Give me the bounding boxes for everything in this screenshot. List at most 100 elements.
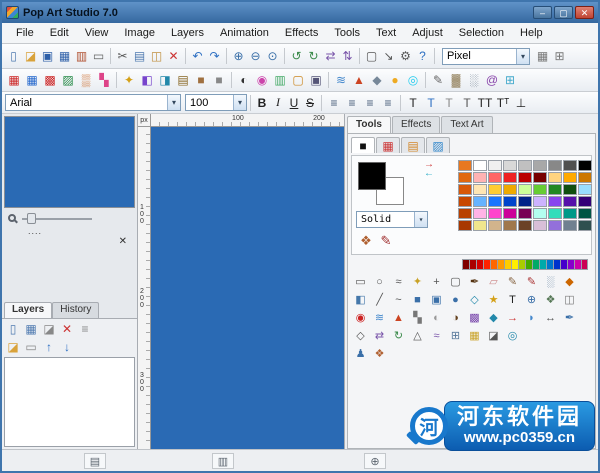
palette-color-swatch[interactable]: [533, 208, 547, 219]
perspective-icon[interactable]: △: [408, 327, 427, 344]
chevron-down-icon[interactable]: ▾: [167, 95, 180, 110]
panel-close-icon[interactable]: ✕: [119, 236, 127, 250]
popart-effect-icon[interactable]: ▦: [5, 71, 23, 89]
palette-tab-web-icon[interactable]: ▨: [426, 137, 450, 153]
strip-color-swatch[interactable]: [560, 259, 567, 270]
pencil-icon[interactable]: ✎: [503, 273, 522, 290]
unit-combo[interactable]: Pixel ▾: [442, 47, 530, 65]
flatten-icon[interactable]: ▭: [22, 338, 40, 356]
magic-wand-icon[interactable]: ✦: [408, 273, 427, 290]
palette-color-swatch[interactable]: [563, 196, 577, 207]
palette-color-swatch[interactable]: [563, 160, 577, 171]
palette-color-swatch[interactable]: [518, 160, 532, 171]
tab-text-art[interactable]: Text Art: [441, 116, 493, 133]
crop-tool-icon[interactable]: ▢: [446, 273, 465, 290]
redo-icon[interactable]: ↷: [206, 47, 223, 65]
warhol-effect-icon[interactable]: ▦: [23, 71, 41, 89]
flag-effect-icon[interactable]: ▩: [41, 71, 59, 89]
font-family-combo[interactable]: Arial ▾: [5, 94, 181, 111]
palette-color-swatch[interactable]: [458, 160, 472, 171]
preview-zoom-slider[interactable]: [22, 212, 92, 224]
menu-item-selection[interactable]: Selection: [451, 25, 512, 41]
palette-color-swatch[interactable]: [473, 160, 487, 171]
text-outline-icon[interactable]: T: [440, 94, 458, 112]
layer-mask-icon[interactable]: ◪: [40, 320, 58, 338]
menu-item-help[interactable]: Help: [512, 25, 551, 41]
frame-effect-icon[interactable]: ▢: [289, 71, 307, 89]
zoom-actual-icon[interactable]: ⊙: [264, 47, 281, 65]
burn-icon[interactable]: ◑: [446, 309, 465, 326]
halftone-effect-icon[interactable]: ▒: [77, 71, 95, 89]
palette-color-swatch[interactable]: [533, 184, 547, 195]
minimize-button[interactable]: –: [533, 6, 552, 19]
strip-color-swatch[interactable]: [490, 259, 497, 270]
rounded-rect-icon[interactable]: ▣: [427, 291, 446, 308]
sharpen-icon[interactable]: ▲: [389, 309, 408, 326]
align-left-icon[interactable]: ≡: [325, 94, 343, 112]
palette-color-swatch[interactable]: [548, 208, 562, 219]
strip-color-swatch[interactable]: [469, 259, 476, 270]
lasso-icon[interactable]: ≈: [389, 273, 408, 290]
mesh-icon[interactable]: ⊞: [446, 327, 465, 344]
swirl-effect-icon[interactable]: @: [483, 71, 501, 89]
font-size-combo[interactable]: 100 ▾: [185, 94, 247, 111]
palette-color-swatch[interactable]: [488, 172, 502, 183]
palette-color-swatch[interactable]: [473, 208, 487, 219]
export-icon[interactable]: ▥: [73, 47, 90, 65]
chevron-down-icon[interactable]: ▾: [516, 48, 529, 64]
brushes-icon[interactable]: ✎: [376, 232, 396, 250]
clone-stamp-icon[interactable]: ◫: [560, 291, 579, 308]
save-icon[interactable]: ▣: [39, 47, 56, 65]
neon-effect-icon[interactable]: ◎: [404, 71, 422, 89]
palette-color-swatch[interactable]: [548, 172, 562, 183]
palette-color-swatch[interactable]: [518, 208, 532, 219]
palette-color-swatch[interactable]: [458, 208, 472, 219]
star-icon[interactable]: ★: [484, 291, 503, 308]
palette-color-swatch[interactable]: [473, 220, 487, 231]
polygon-icon[interactable]: ◇: [465, 291, 484, 308]
paste-icon[interactable]: ◫: [148, 47, 165, 65]
pattern-icon[interactable]: ▩: [465, 309, 484, 326]
zoom-tool-icon[interactable]: ⊕: [522, 291, 541, 308]
text-shadow-icon[interactable]: T: [458, 94, 476, 112]
menu-item-animation[interactable]: Animation: [212, 25, 277, 41]
delete-icon[interactable]: ✕: [165, 47, 182, 65]
palette-color-swatch[interactable]: [578, 160, 592, 171]
strip-color-swatch[interactable]: [581, 259, 588, 270]
strip-color-swatch[interactable]: [518, 259, 525, 270]
zoom-out-icon[interactable]: ⊖: [247, 47, 264, 65]
strip-color-swatch[interactable]: [511, 259, 518, 270]
airbrush-icon[interactable]: ░: [541, 273, 560, 290]
palette-color-swatch[interactable]: [473, 172, 487, 183]
strip-color-swatch[interactable]: [462, 259, 469, 270]
underline-button[interactable]: U: [286, 94, 302, 111]
text-color-icon[interactable]: T: [422, 94, 440, 112]
align-justify-icon[interactable]: ≡: [379, 94, 397, 112]
strip-color-swatch[interactable]: [476, 259, 483, 270]
menu-item-image[interactable]: Image: [116, 25, 163, 41]
gradient-effect-icon[interactable]: ◨: [156, 71, 174, 89]
palette-color-swatch[interactable]: [488, 208, 502, 219]
menu-item-edit[interactable]: Edit: [42, 25, 77, 41]
warp-icon[interactable]: ≈: [427, 327, 446, 344]
delete-layer-icon[interactable]: ✕: [58, 320, 76, 338]
palette-tab-swatch-icon[interactable]: ▦: [376, 137, 400, 153]
stars-effect-icon[interactable]: ✦: [120, 71, 138, 89]
fill-icon[interactable]: ◆: [560, 273, 579, 290]
palette-color-swatch[interactable]: [578, 172, 592, 183]
emboss-effect-icon[interactable]: ◆: [368, 71, 386, 89]
palette-color-swatch[interactable]: [488, 160, 502, 171]
palette-color-swatch[interactable]: [473, 196, 487, 207]
shadow-effect-icon[interactable]: ▣: [307, 71, 325, 89]
palette-color-swatch[interactable]: [518, 184, 532, 195]
palette-color-swatch[interactable]: [503, 220, 517, 231]
palette-color-swatch[interactable]: [548, 160, 562, 171]
palette-color-swatch[interactable]: [503, 160, 517, 171]
italic-button[interactable]: I: [270, 94, 286, 111]
palette-color-swatch[interactable]: [533, 196, 547, 207]
measure-icon[interactable]: ↔: [541, 309, 560, 326]
frame-icon[interactable]: ▦: [465, 327, 484, 344]
palette-color-swatch[interactable]: [488, 196, 502, 207]
rectangle-icon[interactable]: ■: [408, 291, 427, 308]
strip-color-swatch[interactable]: [546, 259, 553, 270]
